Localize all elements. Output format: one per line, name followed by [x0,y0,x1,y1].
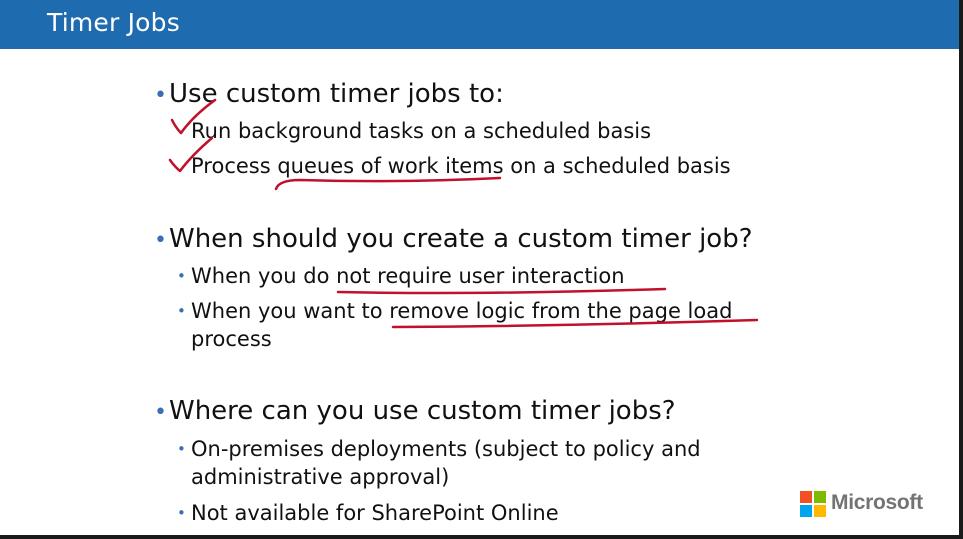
sub-bullet-marker: • [177,440,186,458]
slide-title: Timer Jobs [47,8,180,37]
list-item-1-1: Run background tasks on a scheduled basi… [191,119,652,143]
slide: Timer Jobs • Use custom timer jobs to: R… [0,0,963,539]
section-heading-2: When should you create a custom timer jo… [169,224,753,254]
sub-bullet-marker: • [177,302,186,320]
title-bar: Timer Jobs [0,0,959,49]
microsoft-logo-icon [800,491,826,517]
list-item-2-2-continued: process [191,327,272,351]
bullet-marker: • [154,228,167,253]
list-item-3-1: On-premises deployments (subject to poli… [191,437,701,461]
section-heading-1: Use custom timer jobs to: [169,79,504,109]
list-item-2-1: When you do not require user interaction [191,264,625,288]
list-item-3-1-continued: administrative approval) [191,465,450,489]
list-item-1-2: Process queues of work items on a schedu… [191,154,731,178]
list-item-2-2: When you want to remove logic from the p… [191,299,733,323]
microsoft-logo-text: Microsoft [831,491,923,514]
bullet-marker: • [154,400,167,425]
bullet-marker: • [154,83,167,108]
list-item-3-2: Not available for SharePoint Online [191,501,559,525]
sub-bullet-marker: • [177,504,186,522]
section-heading-3: Where can you use custom timer jobs? [169,396,676,426]
sub-bullet-marker: • [177,267,186,285]
